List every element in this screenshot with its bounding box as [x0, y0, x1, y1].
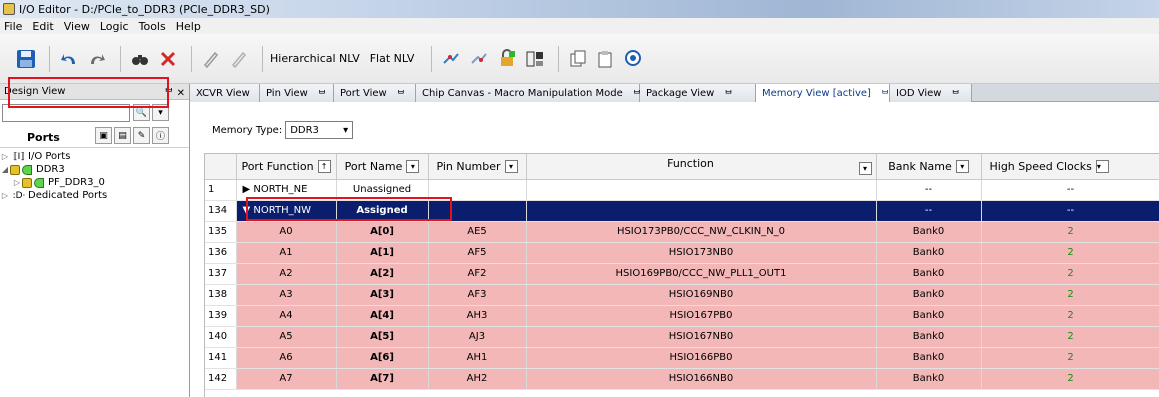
sort-up-icon: ↑ [317, 160, 331, 173]
port-icon [22, 164, 32, 175]
save-icon[interactable] [14, 47, 38, 71]
highlight-box-north-nw [246, 197, 452, 221]
tree-item-pf-ddr3-0[interactable]: ▷ PF_DDR3_0 [0, 176, 189, 189]
col-pin-number[interactable]: Pin Number ▾ [428, 154, 527, 180]
table-row[interactable]: 138 A3 A[3] AF3 HSIO169NB0 Bank0 2 [205, 284, 1159, 306]
menu-view[interactable]: View [64, 20, 90, 33]
design-view-panel: Design View ᄇ ✕ 🔍 ▾ Ports ▣ ▤ ✎ ⓘ ▷ ⟦I⟧ … [0, 84, 190, 397]
lock-icon [22, 177, 32, 188]
memory-type-select[interactable]: DDR3 ▾ [285, 121, 354, 139]
port-icon [34, 177, 44, 188]
table-row[interactable]: 142 A7 A[7] AH2 HSIO166NB0 Bank0 2 [205, 368, 1159, 390]
app-icon [3, 3, 15, 15]
redo-icon[interactable] [85, 47, 109, 71]
pin-icon: ᄇ [951, 89, 960, 100]
table-row[interactable]: 136 A1 A[1] AF5 HSIO173NB0 Bank0 2 [205, 242, 1159, 264]
dedicated-port-icon: :D· [12, 190, 26, 201]
menu-edit[interactable]: Edit [32, 20, 53, 33]
col-port-name[interactable]: Port Name ▾ [336, 154, 429, 180]
menu-file[interactable]: File [4, 20, 22, 33]
undo-icon[interactable] [57, 47, 81, 71]
chevron-down-icon: ▾ [343, 124, 349, 136]
pin-icon: ᄇ [724, 89, 733, 100]
col-high-speed-clocks[interactable]: High Speed Clocks ▾ [981, 154, 1159, 180]
hierarchical-nlv-button[interactable]: Hierarchical NLV [270, 52, 360, 65]
memory-type-control: Memory Type: DDR3 ▾ [212, 121, 354, 139]
tree-item-dedicated-ports[interactable]: ▷ :D· Dedicated Ports [0, 189, 189, 202]
table-row[interactable]: 141 A6 A[6] AH1 HSIO166PB0 Bank0 2 [205, 347, 1159, 369]
tree-item-io-ports[interactable]: ▷ ⟦I⟧ I/O Ports [0, 150, 189, 163]
filter-dropdown-icon: ▾ [504, 160, 518, 173]
bank-settings-icon[interactable] [523, 47, 547, 71]
memory-table: Port Function ↑ Port Name ▾ Pin Number ▾ Fu… [204, 153, 1159, 397]
expand-icon[interactable]: ▷ [0, 152, 10, 161]
col-rownum [205, 154, 237, 180]
window-title: I/O Editor - D:/PCIe_to_DDR3 (PCIe_DDR3_… [19, 2, 270, 16]
tab-xcvr-view[interactable]: XCVR Viewᄇ [190, 84, 268, 102]
table-row[interactable]: 140 A5 A[5] AJ3 HSIO167NB0 Bank0 2 [205, 326, 1159, 348]
tab-chip-canvas[interactable]: Chip Canvas - Macro Manipulation Mode ᄇ [416, 84, 641, 102]
pin-icon: ᄇ [880, 89, 890, 100]
io-port-icon: ⟦I⟧ [13, 151, 25, 162]
pin-icon: ᄇ [317, 89, 327, 100]
collapse-icon[interactable]: ◢ [0, 165, 10, 174]
filter-dropdown-icon: ▾ [858, 162, 872, 176]
filter-dropdown-icon: ▾ [406, 160, 420, 173]
table-row[interactable]: 137 A2 A[2] AF2 HSIO169PB0/CCC_NW_PLL1_OUT1 B… [205, 263, 1159, 285]
memory-type-label: Memory Type: [212, 124, 283, 136]
expand-icon[interactable]: ▷ [12, 178, 22, 187]
col-bank-name[interactable]: Bank Name ▾ [876, 154, 982, 180]
unassign-pins-icon[interactable] [467, 47, 491, 71]
tree-item-ddr3[interactable]: ◢ DDR3 [0, 163, 189, 176]
table-header-row: Port Function ↑ Port Name ▾ Pin Number ▾ Fu… [205, 154, 1159, 180]
toolbar: Hierarchical NLV Flat NLV [0, 34, 1159, 84]
expand-arrow-icon: ▶ [242, 184, 251, 195]
eraser-icon[interactable] [227, 47, 251, 71]
flat-nlv-button[interactable]: Flat NLV [370, 52, 415, 65]
window-titlebar: I/O Editor - D:/PCIe_to_DDR3 (PCIe_DDR3_… [0, 0, 1159, 18]
find-icon[interactable] [128, 47, 152, 71]
menu-tools[interactable]: Tools [139, 20, 166, 33]
lock-pins-icon[interactable] [495, 47, 519, 71]
tab-iod-view[interactable]: IOD View ᄇ [890, 84, 972, 102]
col-function[interactable]: Function ▾ [526, 154, 877, 180]
table-row[interactable]: 139 A4 A[4] AH3 HSIO167PB0 Bank0 2 [205, 305, 1159, 327]
filter-dropdown-icon: ▾ [1095, 160, 1109, 173]
copy-icon[interactable] [566, 47, 590, 71]
expand-all-icon[interactable]: ▣ [95, 127, 112, 144]
table-row[interactable]: 135 A0 A[0] AE5 HSIO173PB0/CCC_NW_CLKIN_N_0 B… [205, 221, 1159, 243]
ports-label: Ports [27, 131, 60, 144]
delete-icon[interactable] [156, 47, 180, 71]
col-port-function[interactable]: Port Function ↑ [236, 154, 337, 180]
expand-icon[interactable]: ▷ [0, 191, 10, 200]
collapse-all-icon[interactable]: ▤ [114, 127, 131, 144]
zoom-icon[interactable] [622, 47, 646, 71]
tab-pin-view[interactable]: Pin View ᄇ [260, 84, 334, 102]
menu-help[interactable]: Help [176, 20, 201, 33]
ports-tree: ▷ ⟦I⟧ I/O Ports ◢ DDR3 ▷ PF_DDR3_0 ▷ :D·… [0, 148, 189, 202]
menu-logic[interactable]: Logic [100, 20, 129, 33]
edit-port-icon[interactable]: ✎ [133, 127, 150, 144]
paste-icon[interactable] [594, 47, 618, 71]
filter-dropdown-icon: ▾ [955, 160, 969, 173]
highlight-box-ddr3 [8, 77, 169, 108]
tab-memory-view[interactable]: Memory View [active] ᄇ [756, 84, 890, 102]
tab-package-view[interactable]: Package View ᄇ [640, 84, 756, 102]
info-icon[interactable]: ⓘ [152, 127, 169, 144]
lock-icon [10, 164, 20, 175]
tab-port-view[interactable]: Port View ᄇ [334, 84, 416, 102]
edit-pencil-icon[interactable] [199, 47, 223, 71]
assign-pins-icon[interactable] [439, 47, 463, 71]
pin-icon: ᄇ [396, 89, 406, 100]
view-tabbar: XCVR Viewᄇ Pin Viewᄇ Port Viewᄇ Chip Can… [190, 84, 1159, 102]
menu-bar: File Edit View Logic Tools Help [0, 18, 1159, 34]
